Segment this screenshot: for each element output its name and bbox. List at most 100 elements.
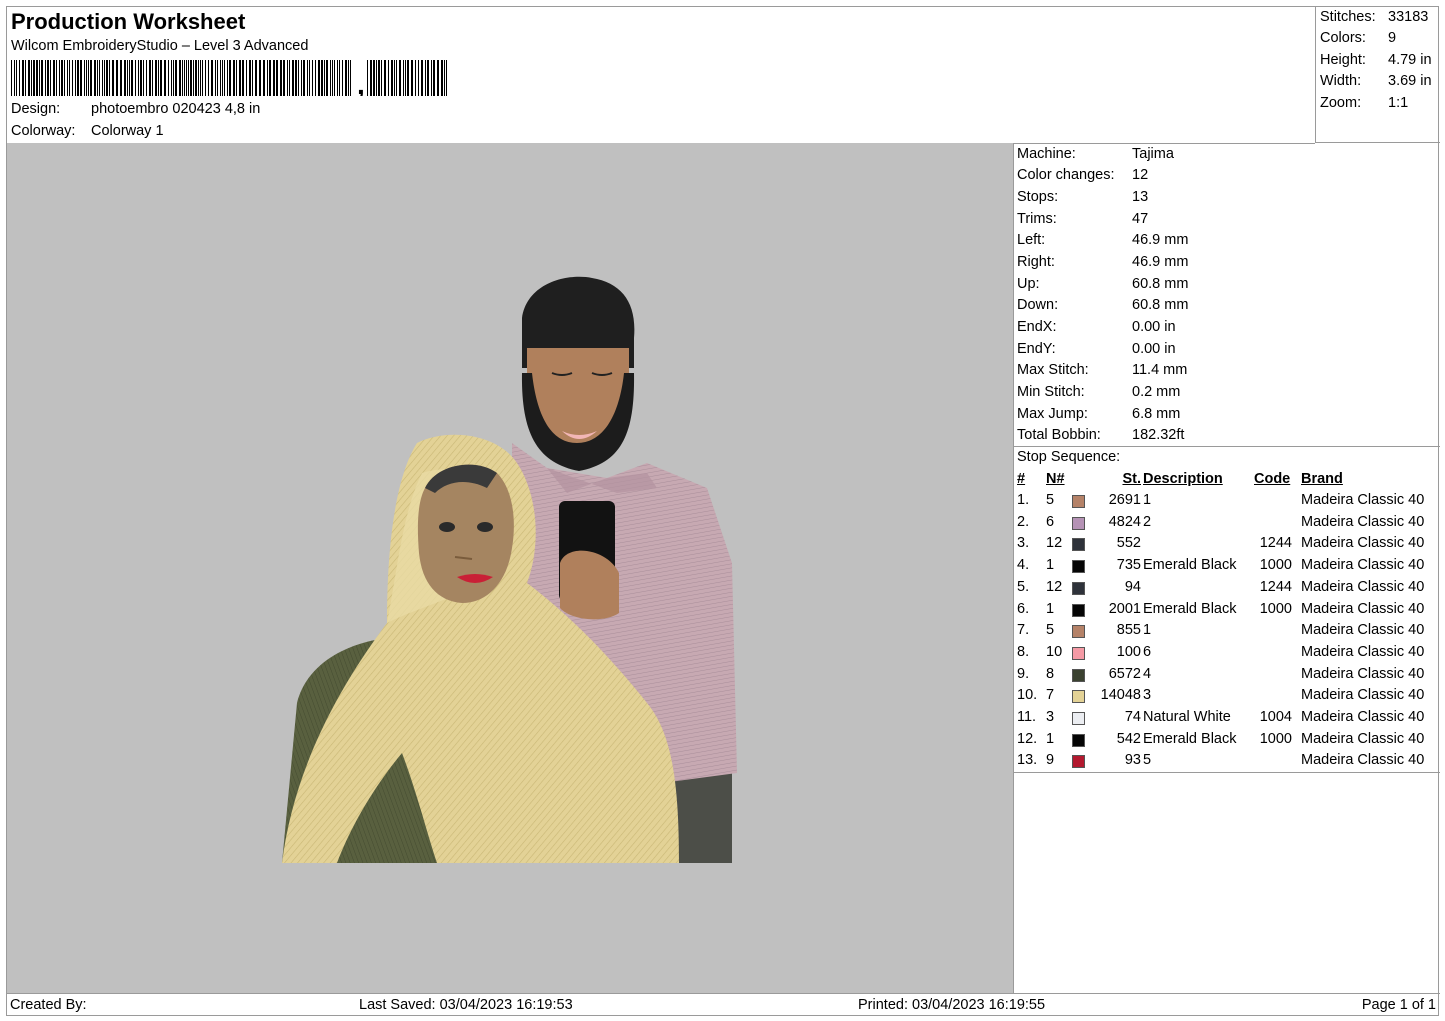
barcode-bar	[112, 60, 114, 96]
barcode-bar	[292, 60, 294, 96]
barcode-bar	[332, 60, 333, 96]
barcode-bar	[190, 60, 192, 96]
stop-number: 2.	[1017, 513, 1030, 530]
barcode-bar	[315, 60, 316, 96]
needle-number: 12	[1046, 535, 1063, 552]
barcode-bar	[198, 60, 199, 96]
endx-row: EndX: 0.00 in	[1017, 319, 1176, 335]
barcode-bar	[36, 60, 38, 96]
barcode-bar	[94, 60, 96, 96]
needle-number: 12	[1046, 578, 1063, 595]
stop-number: 12.	[1017, 730, 1038, 747]
thread-brand: Madeira Classic 40	[1301, 622, 1425, 639]
thread-brand: Madeira Classic 40	[1301, 687, 1425, 704]
stat-zoom: Zoom: 1:1	[1320, 95, 1409, 111]
barcode-bar	[295, 60, 297, 96]
barcode-bar	[269, 60, 271, 96]
stop-number: 5.	[1017, 578, 1030, 595]
barcode-bar	[69, 60, 70, 96]
barcode-bar	[407, 60, 409, 96]
needle-number: 5	[1046, 622, 1055, 639]
worksheet-footer: Created By: Last Saved: 03/04/2023 16:19…	[7, 993, 1440, 1018]
stop-row: 5. 12 94 1244 Madeira Classic 40	[1014, 579, 1440, 600]
divider	[1014, 446, 1440, 447]
thread-description: Natural White	[1143, 709, 1231, 725]
thread-brand: Madeira Classic 40	[1301, 643, 1425, 660]
barcode-bar	[396, 60, 397, 96]
barcode-bar	[403, 60, 404, 96]
thread-code: 1000	[1259, 600, 1292, 617]
stop-number: 11.	[1017, 709, 1037, 725]
barcode-suffix: ,	[357, 69, 365, 96]
stitch-count: 542	[1116, 730, 1141, 747]
thread-brand: Madeira Classic 40	[1301, 709, 1425, 725]
barcode-bar	[309, 60, 310, 96]
color-swatch	[1072, 581, 1085, 595]
barcode-bar	[441, 60, 443, 96]
stop-number: 13.	[1017, 752, 1038, 769]
barcode-bar	[437, 60, 439, 96]
barcode-bar	[45, 60, 46, 96]
embroidery-artwork	[282, 276, 737, 863]
barcode-bar	[376, 60, 377, 96]
right-row: Right: 46.9 mm	[1017, 254, 1189, 270]
max-jump-row: Max Jump: 6.8 mm	[1017, 406, 1181, 422]
max-stitch-row: Max Stitch: 11.4 mm	[1017, 362, 1188, 378]
needle-number: 6	[1046, 513, 1055, 530]
color-swatch	[1072, 495, 1085, 508]
barcode-bar	[97, 60, 98, 96]
design-row: Design: photoembro 020423 4,8 in	[11, 101, 260, 117]
color-swatch	[1072, 712, 1085, 725]
barcode-bar	[99, 60, 100, 96]
barcode-bar	[287, 60, 288, 96]
barcode-bar	[246, 60, 247, 96]
barcode-bar	[124, 60, 126, 96]
barcode-bar	[263, 60, 265, 96]
barcode-bar	[61, 60, 63, 96]
thread-description: Emerald Black	[1143, 730, 1237, 747]
stitch-count: 855	[1116, 622, 1141, 639]
barcode-bar	[155, 60, 157, 96]
color-swatch	[1072, 733, 1085, 747]
thread-code: 1244	[1259, 535, 1292, 552]
barcode-bar	[186, 60, 187, 96]
stops-row: Stops: 13	[1017, 189, 1149, 205]
thread-code: 1000	[1259, 730, 1292, 747]
stop-sequence-title: Stop Sequence:	[1017, 449, 1121, 465]
barcode-bar	[146, 60, 147, 96]
needle-number: 10	[1046, 643, 1063, 660]
barcode-bar	[421, 60, 423, 96]
barcode-bar	[411, 60, 413, 96]
stat-stitches: Stitches: 33183	[1320, 9, 1429, 25]
needle-number: 1	[1046, 730, 1055, 747]
barcode-bar	[303, 60, 305, 96]
thread-description: 1	[1143, 492, 1152, 508]
barcode-bar	[179, 60, 181, 96]
created-by: Created By:	[10, 997, 87, 1013]
stitch-count: 94	[1124, 578, 1141, 595]
barcode-bar	[149, 60, 151, 96]
trims-row: Trims: 47	[1017, 211, 1149, 227]
barcode-bar	[415, 60, 416, 96]
color-swatch	[1072, 668, 1085, 682]
barcode-bar	[25, 60, 26, 96]
design-value: photoembro 020423 4,8 in	[91, 101, 261, 117]
barcode-bar	[67, 60, 68, 96]
stop-row: 12. 1 542 Emerald Black 1000 Madeira Classic …	[1014, 731, 1440, 752]
barcode-bar	[208, 60, 209, 96]
barcode-bar	[215, 60, 216, 96]
stop-number: 4.	[1017, 557, 1030, 574]
thread-brand: Madeira Classic 40	[1301, 535, 1425, 552]
barcode-bar	[273, 60, 275, 96]
barcode-bar	[267, 60, 268, 96]
thread-description: 6	[1143, 643, 1152, 660]
barcode-bar	[418, 60, 419, 96]
barcode-bar	[120, 60, 122, 96]
stop-row: 2. 6 4824 2 Madeira Classic 40	[1014, 514, 1440, 535]
stitch-count: 74	[1124, 709, 1141, 725]
stitch-count: 2001	[1108, 600, 1141, 617]
stop-number: 6.	[1017, 600, 1030, 617]
barcode-bar	[173, 60, 174, 96]
design-preview[interactable]	[7, 143, 1014, 993]
barcode-bar	[276, 60, 278, 96]
